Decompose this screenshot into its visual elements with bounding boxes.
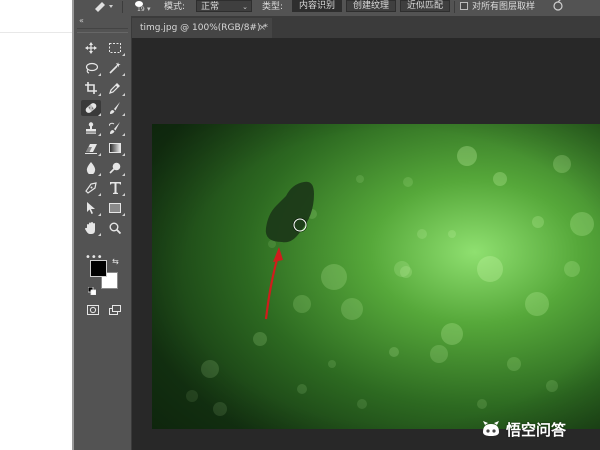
mode-label: 模式: (164, 2, 186, 12)
default-colors-icon[interactable] (87, 280, 97, 296)
sample-all-layers-label: 对所有图层取样 (472, 2, 536, 12)
screen-mode-icon[interactable] (109, 300, 122, 319)
wukong-logo-icon (483, 421, 499, 436)
eraser-tool-icon[interactable] (81, 140, 101, 156)
foreground-color-swatch[interactable] (90, 260, 107, 277)
brush-tool-icon[interactable] (105, 100, 125, 116)
quick-mask-icon[interactable] (87, 300, 99, 319)
mode-select-value: 正常 (201, 2, 220, 12)
eyedropper-icon[interactable] (105, 80, 125, 96)
separator (454, 1, 455, 13)
rectangle-tool-icon[interactable] (105, 200, 125, 216)
panel-grip[interactable] (77, 28, 128, 33)
lasso-tool-icon[interactable] (81, 60, 101, 76)
crop-tool-icon[interactable] (81, 80, 101, 96)
pen-tool-icon[interactable] (81, 180, 101, 196)
marquee-tool-icon[interactable] (105, 40, 125, 56)
chevron-down-icon: ⌄ (242, 3, 248, 11)
clone-stamp-icon[interactable] (81, 120, 101, 136)
separator (122, 1, 123, 13)
pressure-size-icon[interactable] (552, 0, 564, 14)
content-aware-button[interactable]: 内容识别 (292, 0, 342, 12)
brush-size-value: 19 (137, 6, 145, 13)
document-tab-bar: timg.jpg @ 100%(RGB/8#) * × (132, 16, 600, 38)
type-tool-icon[interactable] (105, 180, 125, 196)
path-selection-icon[interactable] (81, 200, 101, 216)
watermark-text: 悟空问答 (506, 420, 567, 439)
move-tool-icon[interactable] (81, 40, 101, 56)
document-canvas[interactable] (152, 124, 600, 429)
hand-tool-icon[interactable] (81, 220, 101, 236)
green-bokeh-image (152, 124, 600, 429)
tools-panel: « ••• ⇆ (74, 16, 132, 450)
history-brush-icon[interactable] (105, 120, 125, 136)
left-divider-line (0, 32, 74, 33)
magic-wand-icon[interactable] (105, 60, 125, 76)
options-bar: 19 ▾ 模式: 正常 ⌄ 类型: 内容识别 创建纹理 近似匹配 对所有图层取样 (74, 0, 600, 17)
zoom-tool-icon[interactable] (105, 220, 125, 236)
mode-select[interactable]: 正常 ⌄ (196, 0, 252, 12)
sample-all-layers-checkbox[interactable] (460, 2, 468, 10)
proximity-match-button[interactable]: 近似匹配 (400, 0, 450, 12)
tool-preset-picker[interactable] (92, 0, 116, 12)
dodge-tool-icon[interactable] (105, 160, 125, 176)
watermark: 悟空问答 (480, 418, 566, 440)
brush-picker-caret-icon[interactable]: ▾ (147, 2, 151, 16)
document-tab-title: timg.jpg @ 100%(RGB/8#) * (140, 23, 268, 33)
gradient-tool-icon[interactable] (105, 140, 125, 156)
spot-healing-brush-icon[interactable] (81, 100, 101, 116)
blur-tool-icon[interactable] (81, 160, 101, 176)
swap-colors-icon[interactable]: ⇆ (112, 257, 119, 266)
collapse-panel-icon[interactable]: « (79, 16, 84, 25)
create-texture-button[interactable]: 创建纹理 (346, 0, 396, 12)
type-label: 类型: (262, 2, 284, 12)
close-icon[interactable]: × (258, 18, 266, 38)
document-tab[interactable]: timg.jpg @ 100%(RGB/8#) * × (132, 18, 272, 38)
left-blank-area (0, 0, 74, 450)
